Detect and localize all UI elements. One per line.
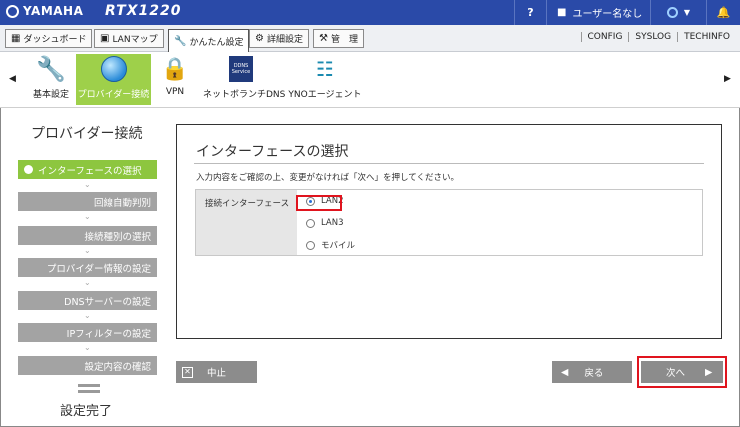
- setup-menu: ◀ 🔧 基本設定 プロバイダー接続 🔒 VPN DDNS Service ネット…: [0, 52, 740, 107]
- menu-vpn[interactable]: 🔒 VPN: [158, 54, 192, 98]
- step-label: インターフェースの選択: [38, 165, 142, 177]
- globe-icon: [99, 54, 129, 84]
- menu-divider: [0, 107, 740, 108]
- radio-lan3[interactable]: LAN3: [306, 218, 344, 228]
- lan-map-icon: ▣: [100, 33, 110, 44]
- step-connection-type: 接続種別の選択: [18, 226, 157, 245]
- setup-complete-label: 設定完了: [60, 404, 113, 419]
- radio-button[interactable]: [306, 240, 315, 250]
- step-label: 接続種別の選択: [84, 231, 151, 243]
- techinfo-link[interactable]: TECHINFO: [677, 32, 736, 42]
- user-icon: ■: [557, 7, 567, 18]
- tab-label: 詳細設定: [266, 35, 303, 45]
- status-menu[interactable]: ▼: [650, 0, 706, 25]
- tab-detail-settings[interactable]: ⚙ 詳細設定: [249, 29, 309, 48]
- arrow-left-icon: ◀: [561, 366, 569, 378]
- next-button-highlight-box: [637, 356, 727, 388]
- menu-label: VPN: [165, 87, 185, 97]
- step-label: プロバイダー情報の設定: [46, 263, 151, 275]
- step-label: 回線自動判別: [93, 197, 151, 209]
- panel-description: 入力内容をご確認の上、変更がなければ「次へ」を押してください。: [196, 173, 459, 183]
- wrench-icon: 🔧: [174, 35, 187, 47]
- lan2-highlight-box: [296, 195, 342, 211]
- brand-name: YAMAHA: [23, 4, 84, 18]
- step-label: DNSサーバーの設定: [64, 296, 151, 308]
- tab-lan-map[interactable]: ▣ LANマップ: [94, 29, 164, 48]
- panel-divider: [194, 163, 704, 164]
- radio-label: LAN3: [321, 218, 344, 228]
- chevron-down-icon: ⌄: [84, 343, 91, 352]
- user-menu[interactable]: ■ ユーザー名なし: [546, 0, 650, 25]
- tab-dashboard[interactable]: ▦ ダッシュボード: [5, 29, 93, 48]
- dashboard-icon: ▦: [11, 33, 21, 44]
- interface-form: 接続インターフェース LAN2 LAN3 モバイル: [195, 189, 703, 256]
- radio-button[interactable]: [306, 218, 315, 228]
- menu-netvolante-dns[interactable]: DDNS Service ネットボランチDNS: [203, 54, 286, 100]
- chevron-down-icon: ⌄: [84, 246, 91, 255]
- done-arrow-icon: [78, 384, 100, 393]
- syslog-link[interactable]: SYSLOG: [628, 32, 677, 42]
- tab-label: ダッシュボード: [23, 35, 87, 45]
- wrench-screwdriver-icon: 🔧: [36, 55, 66, 83]
- step-interface-select: インターフェースの選択: [18, 160, 157, 179]
- step-label: IPフィルターの設定: [66, 328, 151, 340]
- chevron-down-icon: ▼: [683, 8, 691, 17]
- step-confirm: 設定内容の確認: [18, 356, 157, 375]
- yamaha-logo-icon: [6, 4, 19, 18]
- menu-yno-agent[interactable]: ☷ YNOエージェント: [288, 54, 362, 100]
- model-name: RTX1220: [105, 3, 182, 19]
- ddns-service-icon: DDNS Service: [226, 54, 256, 84]
- interface-select-panel: インターフェースの選択 入力内容をご確認の上、変更がなければ「次へ」を押してくだ…: [176, 124, 722, 339]
- menu-prev-arrow[interactable]: ◀: [9, 74, 16, 84]
- tab-easy-setup[interactable]: 🔧 かんたん設定: [168, 29, 250, 52]
- bell-icon[interactable]: 🔔: [706, 0, 740, 25]
- tab-label: LANマップ: [112, 35, 158, 45]
- step-ip-filter: IPフィルターの設定: [18, 323, 157, 342]
- step-line-auto-detect: 回線自動判別: [18, 192, 157, 211]
- tab-label: 管 理: [330, 35, 358, 45]
- top-header: YAMAHA RTX1220 ? ■ ユーザー名なし ▼ 🔔: [0, 0, 740, 25]
- chevron-down-icon: ⌄: [84, 180, 91, 189]
- current-step-dot-icon: [24, 165, 33, 174]
- top-links: CONFIG SYSLOG TECHINFO: [580, 32, 736, 42]
- cancel-label: 中止: [207, 368, 227, 379]
- help-button[interactable]: ?: [514, 0, 546, 25]
- status-ring-icon: [666, 7, 678, 18]
- radio-label: モバイル: [321, 241, 356, 251]
- menu-basic-settings[interactable]: 🔧 基本設定: [30, 54, 72, 100]
- chevron-down-icon: ⌄: [84, 278, 91, 287]
- menu-label: ネットボランチDNS: [203, 90, 286, 100]
- menu-label: プロバイダー接続: [77, 90, 150, 100]
- interface-field-label: 接続インターフェース: [196, 190, 297, 255]
- menu-label: 基本設定: [32, 90, 69, 100]
- close-icon: ✕: [182, 366, 193, 378]
- step-dns-server: DNSサーバーの設定: [18, 291, 157, 310]
- tab-management[interactable]: ⚒ 管 理: [313, 29, 364, 48]
- user-name: ユーザー名なし: [572, 9, 643, 20]
- menu-provider-connection[interactable]: プロバイダー接続: [76, 54, 151, 105]
- menu-label: YNOエージェント: [288, 90, 362, 100]
- sidebar-title: プロバイダー接続: [31, 126, 143, 142]
- tab-bar: ▦ ダッシュボード ▣ LANマップ 🔧 かんたん設定 ⚙ 詳細設定 ⚒ 管 理…: [0, 25, 740, 52]
- radio-mobile[interactable]: モバイル: [306, 239, 355, 251]
- lock-house-icon: 🔒: [161, 56, 189, 82]
- yamaha-logo: YAMAHA: [6, 4, 83, 18]
- step-provider-info: プロバイダー情報の設定: [18, 258, 157, 277]
- network-tree-icon: ☷: [316, 57, 334, 81]
- chevron-down-icon: ⌄: [84, 212, 91, 221]
- gear-icon: ⚙: [255, 33, 264, 44]
- tools-icon: ⚒: [319, 33, 328, 44]
- back-button[interactable]: ◀ 戻る: [552, 361, 632, 383]
- step-label: 設定内容の確認: [84, 361, 151, 373]
- back-label: 戻る: [584, 368, 604, 379]
- chevron-down-icon: ⌄: [84, 311, 91, 320]
- config-link[interactable]: CONFIG: [580, 32, 629, 42]
- panel-title: インターフェースの選択: [196, 144, 349, 160]
- tab-label: かんたん設定: [189, 37, 244, 48]
- menu-next-arrow[interactable]: ▶: [724, 74, 731, 84]
- cancel-button[interactable]: ✕ 中止: [176, 361, 257, 383]
